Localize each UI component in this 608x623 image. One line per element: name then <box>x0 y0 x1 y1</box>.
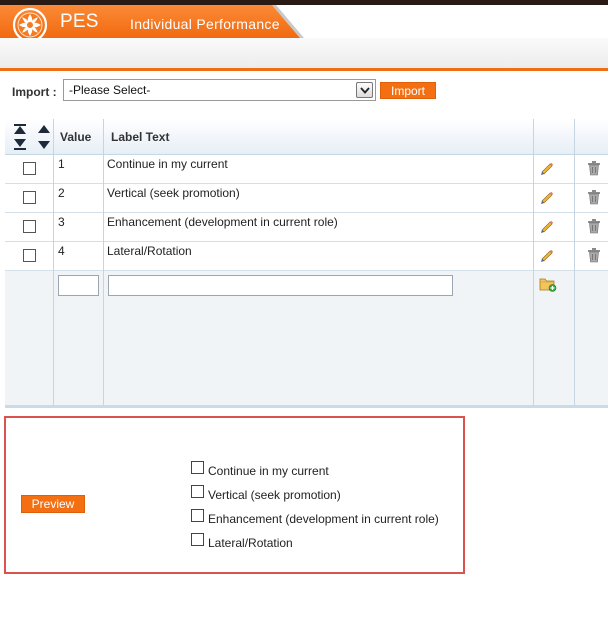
row-checkbox[interactable] <box>23 249 36 262</box>
pencil-icon[interactable] <box>539 190 555 206</box>
import-button[interactable]: Import <box>380 82 436 99</box>
pencil-icon[interactable] <box>539 248 555 264</box>
pencil-icon[interactable] <box>539 161 555 177</box>
options-grid: Value Label Text 1 Continue in my curren… <box>5 119 608 408</box>
move-to-top-icon[interactable] <box>13 124 27 136</box>
move-up-icon[interactable] <box>37 124 51 134</box>
grid-header: Value Label Text <box>5 119 608 155</box>
row-label: Enhancement (development in current role… <box>107 215 338 229</box>
row-checkbox[interactable] <box>23 162 36 175</box>
move-down-icon[interactable] <box>37 140 51 150</box>
table-row: 1 Continue in my current <box>5 155 608 184</box>
column-header-label-text: Label Text <box>111 130 170 144</box>
new-label-input[interactable] <box>108 275 453 296</box>
preview-option-checkbox[interactable] <box>191 509 204 522</box>
app-subtitle: Individual Performance <box>130 16 280 32</box>
move-to-bottom-icon[interactable] <box>13 138 27 150</box>
app-name: PES <box>60 11 99 32</box>
preview-option-checkbox[interactable] <box>191 461 204 474</box>
row-checkbox[interactable] <box>23 191 36 204</box>
trash-icon[interactable] <box>586 247 602 263</box>
trash-icon[interactable] <box>586 189 602 205</box>
header-divider <box>0 68 608 71</box>
pencil-icon[interactable] <box>539 219 555 235</box>
new-value-input[interactable] <box>58 275 99 296</box>
import-select-value: -Please Select- <box>69 83 151 97</box>
trash-icon[interactable] <box>586 218 602 234</box>
preview-option-checkbox[interactable] <box>191 533 204 546</box>
column-header-value: Value <box>60 130 92 144</box>
row-value: 1 <box>58 157 65 171</box>
row-value: 2 <box>58 186 65 200</box>
chevron-down-icon[interactable] <box>356 82 373 98</box>
import-label: Import : <box>12 85 57 99</box>
table-row: 2 Vertical (seek promotion) <box>5 184 608 213</box>
trash-icon[interactable] <box>586 160 602 176</box>
preview-option-label: Lateral/Rotation <box>208 536 293 550</box>
row-value: 3 <box>58 215 65 229</box>
row-label: Vertical (seek promotion) <box>107 186 240 200</box>
preview-option-label: Continue in my current <box>208 464 329 478</box>
row-label: Continue in my current <box>107 157 228 171</box>
folder-add-icon[interactable] <box>539 276 557 292</box>
row-value: 4 <box>58 244 65 258</box>
preview-option-checkbox[interactable] <box>191 485 204 498</box>
toolbar <box>0 38 608 68</box>
preview-button[interactable]: Preview <box>21 495 85 513</box>
row-label: Lateral/Rotation <box>107 244 192 258</box>
table-row: 3 Enhancement (development in current ro… <box>5 213 608 242</box>
preview-option-label: Enhancement (development in current role… <box>208 512 439 526</box>
row-checkbox[interactable] <box>23 220 36 233</box>
import-select[interactable]: -Please Select- <box>63 79 376 101</box>
app-header: PES Individual Performance <box>0 5 608 43</box>
preview-option-label: Vertical (seek promotion) <box>208 488 341 502</box>
table-row: 4 Lateral/Rotation <box>5 242 608 271</box>
